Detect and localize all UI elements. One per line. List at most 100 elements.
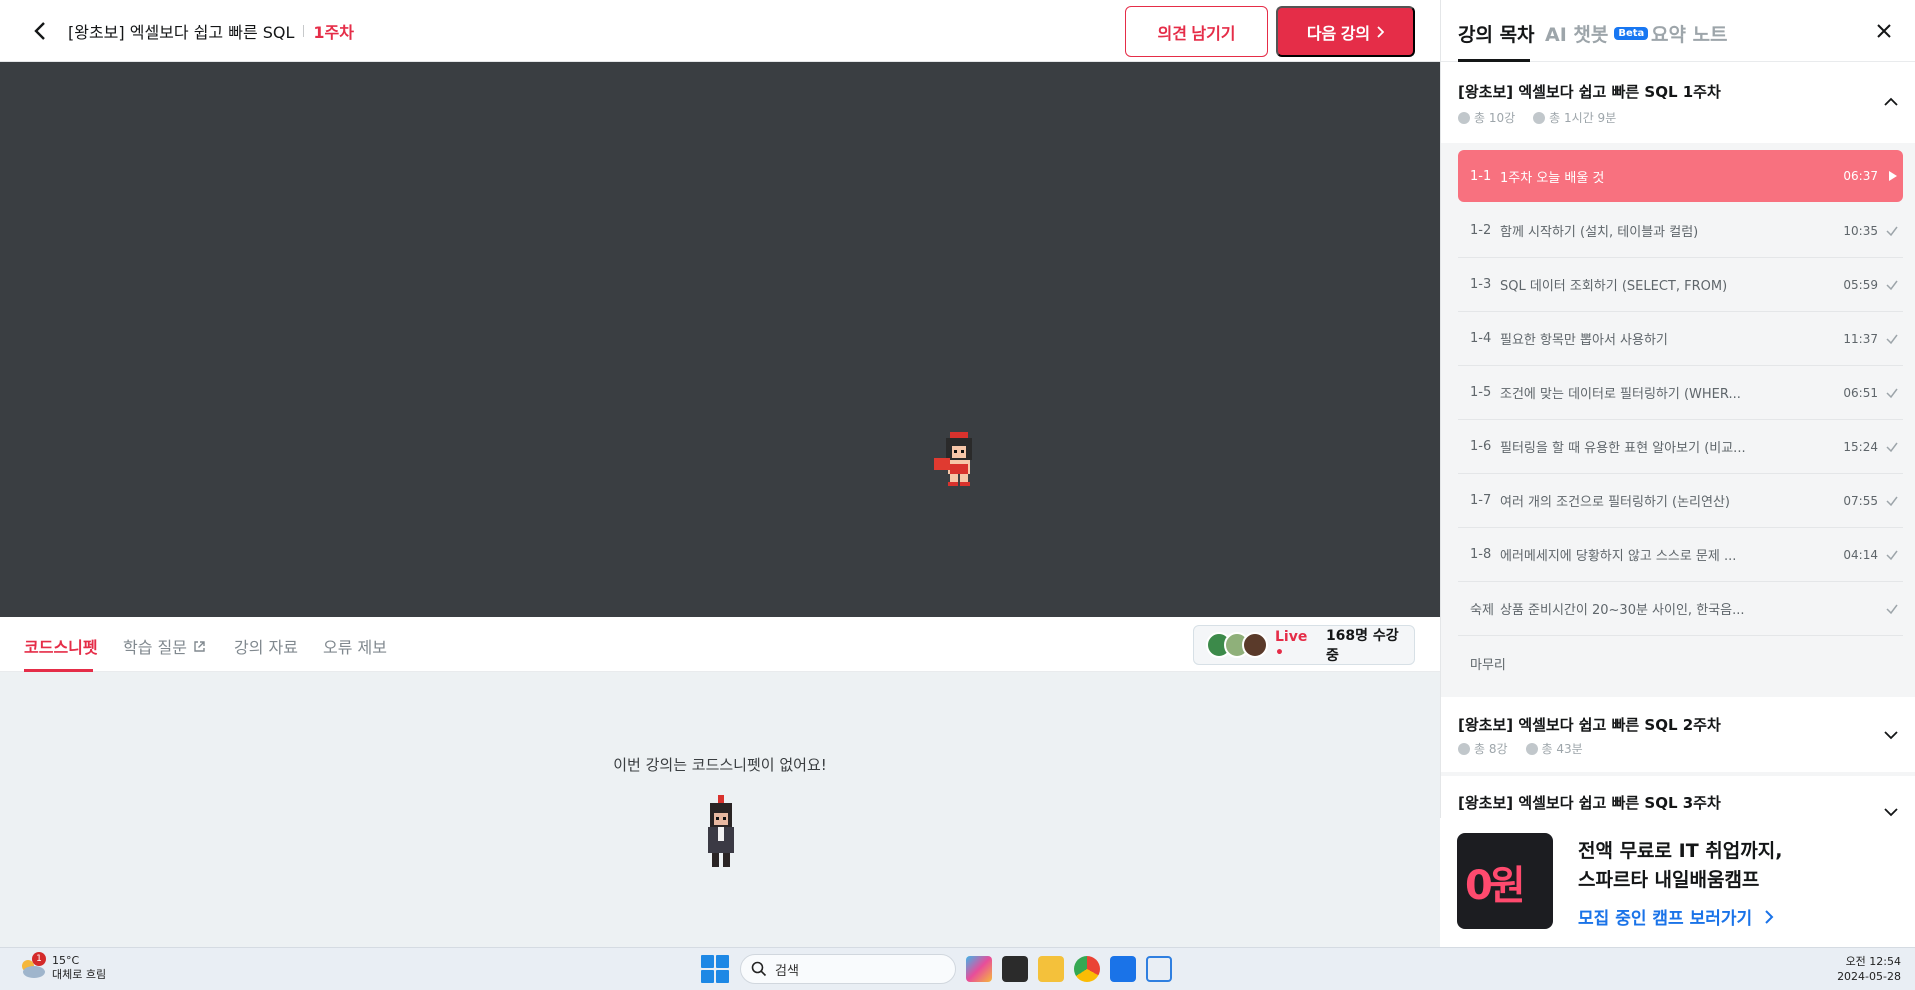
weather-widget[interactable]: 1 15°C 대체로 흐림 bbox=[18, 952, 106, 982]
week-2-header[interactable]: [왕초보] 엑셀보다 쉽고 빠른 SQL 2주차 총 8강 총 43분 bbox=[1441, 697, 1915, 772]
copilot-icon[interactable] bbox=[966, 956, 992, 982]
week-3-header[interactable]: [왕초보] 엑셀보다 쉽고 빠른 SQL 3주차 bbox=[1441, 776, 1915, 818]
search-placeholder: 검색 bbox=[775, 963, 799, 979]
snipping-tool-icon[interactable] bbox=[1146, 956, 1172, 982]
lesson-item[interactable]: 1-6 필터링을 할 때 유용한 표현 알아보기 (비교... 15:24 bbox=[1458, 420, 1903, 474]
lesson-list: 1-1 1주차 오늘 배울 것 06:37 1-2 함께 시작하기 (설치, 테… bbox=[1441, 143, 1915, 690]
lesson-number: 1-5 bbox=[1470, 385, 1492, 400]
chevron-down-icon[interactable] bbox=[1881, 725, 1901, 745]
loading-character-icon bbox=[934, 432, 972, 486]
week-1-header[interactable]: [왕초보] 엑셀보다 쉽고 빠른 SQL 1주차 총 10강 총 1시간 9분 bbox=[1441, 62, 1915, 143]
lesson-number: 1-2 bbox=[1470, 223, 1492, 238]
feedback-button[interactable]: 의견 남기기 bbox=[1125, 6, 1268, 57]
tab-curriculum[interactable]: 강의 목차 bbox=[1458, 20, 1535, 47]
beta-badge: Beta bbox=[1614, 27, 1649, 40]
tab-learning-question-label: 학습 질문 bbox=[123, 638, 187, 657]
lesson-number: 1-7 bbox=[1470, 493, 1492, 508]
lesson-item[interactable]: 1-8 에러메세지에 당황하지 않고 스스로 문제 ... 04:14 bbox=[1458, 528, 1903, 582]
lesson-time: 07:55 bbox=[1843, 493, 1878, 508]
ad-headline: 전액 무료로 IT 취업까지, bbox=[1578, 840, 1783, 862]
task-view-icon[interactable] bbox=[1002, 956, 1028, 982]
chevron-left-icon bbox=[34, 21, 45, 40]
chevron-right-icon bbox=[1377, 25, 1385, 38]
snippet-area: 이번 강의는 코드스니펫이 없어요! bbox=[0, 672, 1440, 947]
tab-code-snippet[interactable]: 코드스니펫 bbox=[24, 634, 98, 658]
chevron-up-icon[interactable] bbox=[1881, 92, 1901, 112]
next-lecture-button[interactable]: 다음 강의 bbox=[1276, 6, 1415, 57]
lesson-item[interactable]: 1-4 필요한 항목만 뽑아서 사용하기 11:37 bbox=[1458, 312, 1903, 366]
lesson-item[interactable]: 1-2 함께 시작하기 (설치, 테이블과 컬럼) 10:35 bbox=[1458, 204, 1903, 258]
check-icon bbox=[1886, 226, 1898, 236]
lesson-item-homework[interactable]: 숙제 상품 준비시간이 20~30분 사이인, 한국음... bbox=[1458, 582, 1903, 636]
chevron-down-icon[interactable] bbox=[1881, 802, 1901, 818]
title-divider bbox=[303, 24, 305, 37]
ad-subheadline: 스파르타 내일배움캠프 bbox=[1578, 869, 1760, 891]
back-button[interactable] bbox=[28, 19, 52, 43]
clock-time: 오전 12:54 bbox=[1845, 955, 1901, 968]
week-2-lesson-count: 총 8강 bbox=[1474, 742, 1508, 756]
avatar bbox=[1242, 632, 1268, 658]
lesson-time: 15:24 bbox=[1843, 439, 1878, 454]
lesson-item[interactable]: 1-7 여러 개의 조건으로 필터링하기 (논리연산) 07:55 bbox=[1458, 474, 1903, 528]
check-icon bbox=[1886, 604, 1898, 614]
ad-link[interactable]: 모집 중인 캠프 보러가기 bbox=[1578, 904, 1774, 929]
chevron-right-icon bbox=[1765, 910, 1774, 924]
video-player[interactable] bbox=[0, 62, 1440, 617]
lesson-item[interactable]: 1-5 조건에 맞는 데이터로 필터링하기 (WHER... 06:51 bbox=[1458, 366, 1903, 420]
store-icon[interactable] bbox=[1110, 956, 1136, 982]
week-label: 1주차 bbox=[313, 22, 354, 42]
lesson-title: 상품 준비시간이 20~30분 사이인, 한국음... bbox=[1500, 603, 1745, 618]
curriculum-panel: 강의 목차 AI 챗봇 Beta 요약 노트 [왕초보] 엑셀보다 쉽고 빠른 … bbox=[1440, 0, 1915, 947]
lesson-number: 1-4 bbox=[1470, 331, 1492, 346]
lesson-time: 05:59 bbox=[1843, 277, 1878, 292]
tab-ai-chatbot-label: AI 챗봇 bbox=[1545, 24, 1609, 46]
live-count: 168명 수강 중 bbox=[1325, 628, 1399, 664]
week-1-title: [왕초보] 엑셀보다 쉽고 빠른 SQL 1주차 bbox=[1458, 83, 1721, 101]
check-icon bbox=[1886, 496, 1898, 506]
bootcamp-ad[interactable]: 0원 전액 무료로 IT 취업까지, 스파르타 내일배움캠프 모집 중인 캠프 … bbox=[1440, 818, 1915, 947]
live-viewers-box: Live • 168명 수강 중 bbox=[1193, 625, 1415, 665]
next-lecture-label: 다음 강의 bbox=[1306, 25, 1371, 43]
week-1-lesson-count: 총 10강 bbox=[1474, 111, 1516, 125]
system-clock[interactable]: 오전 12:54 2024-05-28 bbox=[1837, 954, 1901, 984]
ad-image: 0원 bbox=[1457, 833, 1553, 929]
lesson-time: 06:51 bbox=[1843, 385, 1878, 400]
tab-summary-note[interactable]: 요약 노트 bbox=[1651, 20, 1728, 47]
taskbar-search[interactable]: 검색 bbox=[740, 954, 956, 984]
windows-start-icon[interactable] bbox=[700, 954, 730, 984]
week-2-duration: 총 43분 bbox=[1541, 742, 1583, 756]
ad-image-text: 0원 bbox=[1465, 863, 1526, 909]
check-icon bbox=[1886, 334, 1898, 344]
lesson-title: 마무리 bbox=[1470, 657, 1506, 673]
weather-notification-badge: 1 bbox=[32, 952, 46, 966]
lesson-time: 11:37 bbox=[1843, 331, 1878, 346]
play-circle-icon bbox=[1458, 742, 1470, 755]
check-icon bbox=[1886, 388, 1898, 398]
week-2-meta: 총 8강 총 43분 bbox=[1458, 740, 1583, 757]
tab-lecture-material[interactable]: 강의 자료 bbox=[234, 634, 298, 658]
play-circle-icon bbox=[1458, 111, 1470, 124]
file-explorer-icon[interactable] bbox=[1038, 956, 1064, 982]
lecture-header: [왕초보] 엑셀보다 쉽고 빠른 SQL 1주차 의견 남기기 다음 강의 bbox=[0, 0, 1440, 62]
week-2-title: [왕초보] 엑셀보다 쉽고 빠른 SQL 2주차 bbox=[1458, 716, 1721, 734]
lesson-time: 10:35 bbox=[1843, 223, 1878, 238]
lesson-time: 04:14 bbox=[1843, 547, 1878, 562]
clock-date: 2024-05-28 bbox=[1837, 970, 1901, 983]
close-icon[interactable] bbox=[1873, 20, 1895, 42]
lesson-time: 06:37 bbox=[1843, 169, 1878, 183]
lesson-number: 1-3 bbox=[1470, 277, 1492, 292]
empty-snippet-message: 이번 강의는 코드스니펫이 없어요! bbox=[613, 756, 827, 774]
tab-learning-question[interactable]: 학습 질문 bbox=[123, 634, 206, 658]
empty-state-character-icon bbox=[708, 795, 734, 867]
lesson-item-wrapup[interactable]: 마무리 bbox=[1458, 636, 1903, 690]
external-link-icon bbox=[194, 640, 205, 652]
tab-error-report[interactable]: 오류 제보 bbox=[323, 634, 387, 658]
check-icon bbox=[1886, 550, 1898, 560]
tab-ai-chatbot[interactable]: AI 챗봇 Beta bbox=[1545, 20, 1649, 47]
taskbar-apps: 검색 bbox=[700, 954, 1172, 984]
chrome-icon[interactable] bbox=[1074, 956, 1100, 982]
lesson-item-active[interactable]: 1-1 1주차 오늘 배울 것 06:37 bbox=[1458, 150, 1903, 202]
lesson-item[interactable]: 1-3 SQL 데이터 조회하기 (SELECT, FROM) 05:59 bbox=[1458, 258, 1903, 312]
week-3-title: [왕초보] 엑셀보다 쉽고 빠른 SQL 3주차 bbox=[1458, 794, 1721, 812]
clock-icon bbox=[1525, 742, 1538, 755]
